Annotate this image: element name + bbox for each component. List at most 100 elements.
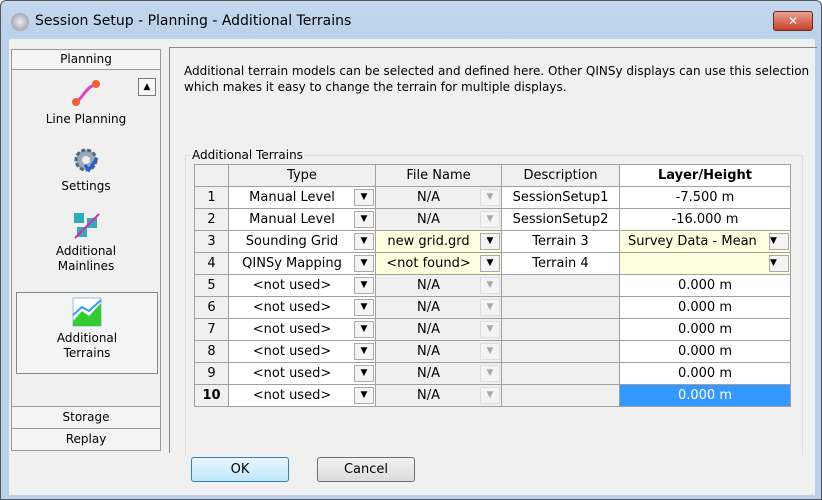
layer-height-cell[interactable]: 0.000 m bbox=[619, 296, 791, 319]
file-dropdown-arrow-icon: ▼ bbox=[480, 189, 500, 206]
description-cell[interactable]: Terrain 3 bbox=[501, 230, 620, 253]
content-panel: Additional terrain models can be selecte… bbox=[169, 47, 817, 455]
type-cell[interactable]: Sounding Grid ▼ bbox=[228, 230, 376, 253]
type-cell[interactable]: <not used> ▼ bbox=[228, 362, 376, 385]
type-dropdown-arrow-icon[interactable]: ▼ bbox=[354, 233, 374, 250]
dialog-window: Session Setup - Planning - Additional Te… bbox=[0, 0, 822, 500]
nav-item-line-planning[interactable]: Line Planning bbox=[12, 78, 160, 126]
file-name-cell[interactable]: new grid.grd ▼ bbox=[375, 230, 502, 253]
layer-height-cell[interactable]: Survey Data - Mean ▼ bbox=[619, 230, 791, 253]
file-dropdown-arrow-icon: ▼ bbox=[480, 321, 500, 338]
row-number[interactable]: 4 bbox=[194, 252, 229, 275]
table-row: 6 <not used> ▼ N/A ▼ 0.000 m bbox=[194, 296, 791, 319]
file-name-value: <not found> bbox=[386, 256, 471, 271]
nav-replay[interactable]: Replay bbox=[12, 428, 160, 450]
type-cell[interactable]: <not used> ▼ bbox=[228, 384, 376, 407]
type-cell[interactable]: <not used> ▼ bbox=[228, 296, 376, 319]
file-name-value: N/A bbox=[417, 366, 440, 381]
file-dropdown-arrow-icon[interactable]: ▼ bbox=[480, 255, 500, 272]
type-cell[interactable]: Manual Level ▼ bbox=[228, 186, 376, 209]
type-dropdown-arrow-icon[interactable]: ▼ bbox=[354, 255, 374, 272]
layer-height-value: 0.000 m bbox=[677, 322, 732, 337]
file-dropdown-arrow-icon: ▼ bbox=[480, 387, 500, 404]
layer-height-cell[interactable]: 0.000 m bbox=[619, 274, 791, 297]
layer-height-cell[interactable]: 0.000 m bbox=[619, 362, 791, 385]
row-number[interactable]: 9 bbox=[194, 362, 229, 385]
row-number[interactable]: 2 bbox=[194, 208, 229, 231]
file-dropdown-arrow-icon[interactable]: ▼ bbox=[480, 233, 500, 250]
line-planning-icon bbox=[71, 78, 101, 108]
file-name-value: N/A bbox=[417, 278, 440, 293]
type-dropdown-arrow-icon[interactable]: ▼ bbox=[354, 343, 374, 360]
nav-item-label: Additional Mainlines bbox=[55, 244, 117, 273]
row-number[interactable]: 8 bbox=[194, 340, 229, 363]
type-value: <not used> bbox=[252, 278, 332, 293]
nav-storage[interactable]: Storage bbox=[12, 406, 160, 428]
description-cell[interactable]: SessionSetup1 bbox=[501, 186, 620, 209]
terrain-icon bbox=[72, 297, 102, 327]
description-cell[interactable]: SessionSetup2 bbox=[501, 208, 620, 231]
row-number[interactable]: 10 bbox=[194, 384, 229, 407]
nav-item-additional-terrains[interactable]: Additional Terrains bbox=[16, 292, 158, 374]
table-row: 1 Manual Level ▼ N/A ▼ SessionSetup1 -7.500 m bbox=[194, 186, 791, 209]
cancel-button[interactable]: Cancel bbox=[317, 457, 415, 482]
layer-height-cell[interactable]: 0.000 m bbox=[619, 340, 791, 363]
layer-height-value: 0.000 m bbox=[677, 366, 732, 381]
table-row: 5 <not used> ▼ N/A ▼ 0.000 m bbox=[194, 274, 791, 297]
layer-height-value: 0.000 m bbox=[677, 388, 732, 403]
file-dropdown-arrow-icon: ▼ bbox=[480, 277, 500, 294]
row-number[interactable]: 6 bbox=[194, 296, 229, 319]
file-name-value: N/A bbox=[417, 322, 440, 337]
type-cell[interactable]: QINSy Mapping ▼ bbox=[228, 252, 376, 275]
column-header-type[interactable]: Type bbox=[228, 164, 376, 187]
row-number[interactable]: 5 bbox=[194, 274, 229, 297]
type-dropdown-arrow-icon[interactable]: ▼ bbox=[354, 321, 374, 338]
layer-dropdown-arrow-icon[interactable]: ▼ bbox=[769, 233, 789, 250]
column-header-layer-height[interactable]: Layer/Height bbox=[619, 164, 791, 187]
layer-height-cell[interactable]: -7.500 m bbox=[619, 186, 791, 209]
type-dropdown-arrow-icon[interactable]: ▼ bbox=[354, 189, 374, 206]
file-dropdown-arrow-icon: ▼ bbox=[480, 299, 500, 316]
description-cell bbox=[501, 318, 620, 341]
layer-height-cell[interactable]: ▼ bbox=[619, 252, 791, 275]
gear-app-icon bbox=[11, 13, 29, 31]
description-cell[interactable]: Terrain 4 bbox=[501, 252, 620, 275]
additional-terrains-group: Additional Terrains Type File Name Descr… bbox=[185, 148, 803, 455]
type-cell[interactable]: Manual Level ▼ bbox=[228, 208, 376, 231]
table-row: 7 <not used> ▼ N/A ▼ 0.000 m bbox=[194, 318, 791, 341]
table-row: 8 <not used> ▼ N/A ▼ 0.000 m bbox=[194, 340, 791, 363]
type-cell[interactable]: <not used> ▼ bbox=[228, 318, 376, 341]
type-dropdown-arrow-icon[interactable]: ▼ bbox=[354, 365, 374, 382]
column-header-file-name[interactable]: File Name bbox=[375, 164, 502, 187]
nav-header-planning[interactable]: Planning bbox=[12, 50, 160, 70]
file-name-value: N/A bbox=[417, 344, 440, 359]
row-number[interactable]: 7 bbox=[194, 318, 229, 341]
type-dropdown-arrow-icon[interactable]: ▼ bbox=[354, 211, 374, 228]
nav-item-additional-mainlines[interactable]: Additional Mainlines bbox=[12, 210, 160, 274]
layer-height-cell[interactable]: -16.000 m bbox=[619, 208, 791, 231]
terrains-table: Type File Name Description Layer/Height … bbox=[194, 164, 791, 407]
ok-button[interactable]: OK bbox=[191, 457, 289, 482]
type-cell[interactable]: <not used> ▼ bbox=[228, 340, 376, 363]
file-name-value: new grid.grd bbox=[387, 234, 470, 249]
layer-dropdown-arrow-icon[interactable]: ▼ bbox=[769, 255, 789, 272]
type-dropdown-arrow-icon[interactable]: ▼ bbox=[354, 387, 374, 404]
file-name-value: N/A bbox=[417, 388, 440, 403]
nav-item-settings[interactable]: Settings bbox=[12, 145, 160, 193]
type-dropdown-arrow-icon[interactable]: ▼ bbox=[354, 299, 374, 316]
layer-height-cell[interactable]: 0.000 m bbox=[619, 318, 791, 341]
layer-height-cell[interactable]: 0.000 m bbox=[619, 384, 791, 407]
type-dropdown-arrow-icon[interactable]: ▼ bbox=[354, 277, 374, 294]
description-text: Additional terrain models can be selecte… bbox=[184, 64, 810, 94]
row-number[interactable]: 3 bbox=[194, 230, 229, 253]
row-number[interactable]: 1 bbox=[194, 186, 229, 209]
table-row: 3 Sounding Grid ▼ new grid.grd ▼ Terrain 3 Sur… bbox=[194, 230, 791, 253]
nav-item-label: Line Planning bbox=[45, 112, 127, 126]
close-button[interactable]: ✕ bbox=[773, 11, 813, 31]
description-cell bbox=[501, 362, 620, 385]
nav-item-label: Settings bbox=[61, 179, 111, 193]
column-header-description[interactable]: Description bbox=[501, 164, 620, 187]
file-name-cell[interactable]: <not found> ▼ bbox=[375, 252, 502, 275]
file-name-cell: N/A ▼ bbox=[375, 340, 502, 363]
type-cell[interactable]: <not used> ▼ bbox=[228, 274, 376, 297]
